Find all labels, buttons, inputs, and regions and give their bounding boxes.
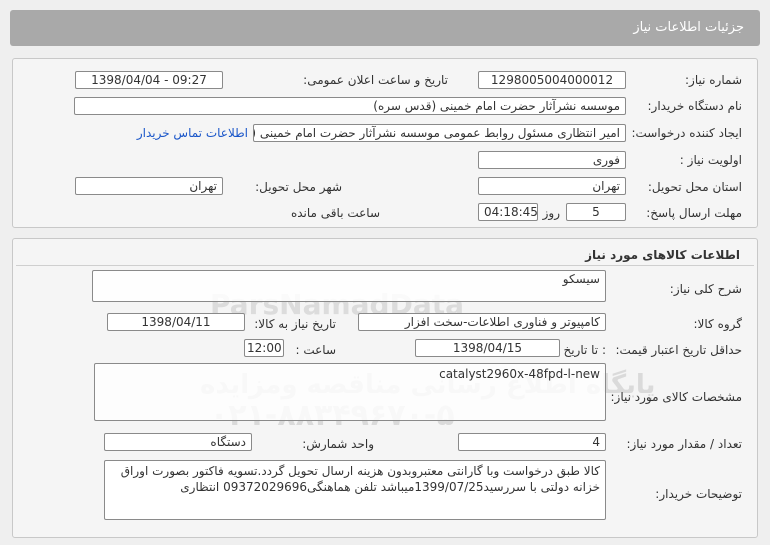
need-number-field[interactable]: 1298005004000012 (478, 71, 626, 89)
goods-section-title: اطلاعات کالاهای مورد نیاز (585, 248, 740, 262)
announce-datetime-label: تاریخ و ساعت اعلان عمومی: (303, 73, 448, 87)
price-validity-time-label: ساعت : (295, 343, 336, 357)
buyer-org-field[interactable]: موسسه نشرآثار حضرت امام خمینی (قدس سره) (74, 97, 626, 115)
unit-label: واحد شمارش: (302, 437, 374, 451)
priority-field[interactable]: فوری (478, 151, 626, 169)
general-desc-label: شرح کلی نیاز: (669, 282, 742, 296)
price-validity-time-field[interactable]: 12:00 (244, 339, 284, 357)
quantity-label: تعداد / مقدار مورد نیاز: (626, 437, 742, 451)
buyer-contact-link[interactable]: اطلاعات تماس خریدار (137, 126, 248, 140)
quantity-field[interactable]: 4 (458, 433, 606, 451)
reply-time-field[interactable]: 04:18:45 (478, 203, 538, 221)
delivery-province-label: استان محل تحویل: (647, 180, 742, 194)
goods-section-divider (16, 265, 754, 266)
need-date-field[interactable]: 1398/04/11 (107, 313, 245, 331)
page-title: جزئیات اطلاعات نیاز (633, 20, 744, 35)
need-date-label: تاریخ نیاز به کالا: (254, 317, 336, 331)
need-number-label: شماره نیاز: (685, 73, 742, 87)
specs-field[interactable]: catalyst2960x-48fpd-l-new (94, 363, 606, 421)
price-validity-date-field[interactable]: 1398/04/15 (415, 339, 560, 357)
announce-datetime-field[interactable]: 1398/04/04 - 09:27 (75, 71, 223, 89)
unit-field[interactable]: دستگاه (104, 433, 252, 451)
specs-label: مشخصات کالای مورد نیاز: (610, 390, 742, 404)
priority-label: اولویت نیاز : (679, 153, 742, 167)
general-desc-field[interactable]: سیسکو (92, 270, 606, 302)
buyer-org-label: نام دستگاه خریدار: (647, 99, 743, 113)
price-validity-to-date-label: : تا تاریخ (563, 343, 606, 357)
delivery-city-field[interactable]: تهران (75, 177, 223, 195)
reply-deadline-label: مهلت ارسال پاسخ: (646, 206, 742, 220)
requester-field[interactable]: امیر انتظاری مسئول روابط عمومی موسسه نشر… (253, 124, 626, 142)
price-validity-label: حداقل تاریخ اعتبار قیمت: (615, 343, 742, 357)
reply-remaining-label: ساعت باقی مانده (290, 206, 380, 220)
delivery-province-field[interactable]: تهران (478, 177, 626, 195)
delivery-city-label: شهر محل تحویل: (255, 180, 342, 194)
goods-group-field[interactable]: کامپیوتر و فناوری اطلاعات-سخت افزار (358, 313, 606, 331)
reply-days-field[interactable]: 5 (566, 203, 626, 221)
buyer-notes-label: توضیحات خریدار: (655, 487, 742, 501)
page-header: جزئیات اطلاعات نیاز (10, 10, 760, 46)
buyer-notes-field[interactable]: کالا طبق درخواست وبا گارانتی معتبروبدون … (104, 460, 606, 520)
goods-group-label: گروه کالا: (693, 317, 743, 331)
requester-label: ایجاد کننده درخواست: (631, 126, 742, 140)
